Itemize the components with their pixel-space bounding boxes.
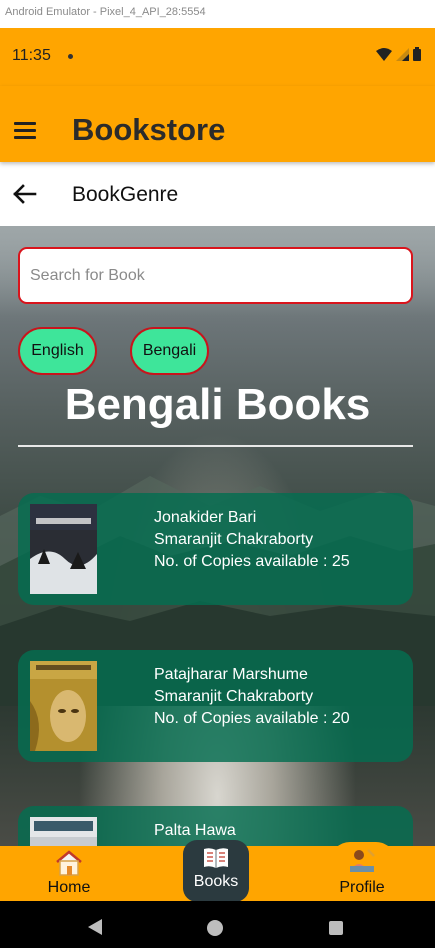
genre-chip-english[interactable]: English [18, 327, 97, 375]
book-info: Jonakider Bari Smaranjit Chakraborty No.… [154, 507, 350, 573]
status-bar: 11:35 [0, 28, 435, 86]
book-copies: No. of Copies available : 25 [154, 553, 350, 570]
genre-chip-bengali[interactable]: Bengali [130, 327, 209, 375]
book-author: Smaranjit Chakraborty [154, 688, 314, 705]
battery-icon [413, 47, 421, 61]
book-author: Smaranjit Chakraborty [154, 531, 314, 548]
books-icon [204, 848, 228, 868]
emulator-title: Android Emulator - Pixel_4_API_28:5554 [0, 0, 435, 28]
search-field[interactable] [18, 247, 413, 304]
genre-content: English Bengali Bengali Books Jonakider … [0, 226, 435, 846]
book-copies: No. of Copies available : 20 [154, 710, 350, 727]
book-cover-image [30, 504, 97, 594]
back-arrow-icon[interactable] [12, 182, 38, 206]
book-title: Jonakider Bari [154, 509, 257, 526]
nav-books-tab[interactable]: Books [183, 840, 249, 902]
sub-header: BookGenre [0, 162, 435, 226]
nav-home-tab[interactable]: Home [40, 846, 98, 901]
book-info: Patajharar Marshume Smaranjit Chakrabort… [154, 664, 350, 730]
nav-profile-label: Profile [339, 879, 385, 896]
section-title: Bengali Books [64, 380, 371, 429]
nav-books-label: Books [193, 873, 239, 890]
system-back-icon[interactable] [88, 919, 102, 935]
book-title: Palta Hawa [154, 822, 236, 839]
book-card[interactable]: Jonakider Bari Smaranjit Chakraborty No.… [18, 493, 413, 605]
book-info: Palta Hawa [154, 820, 236, 842]
page-title: BookGenre [72, 183, 179, 206]
notification-dot-icon [68, 54, 73, 59]
book-title: Patajharar Marshume [154, 666, 308, 683]
cellular-signal-icon [396, 48, 409, 61]
status-time: 11:35 [12, 47, 51, 64]
profile-icon [350, 849, 375, 872]
app-bar: Bookstore [0, 86, 435, 162]
home-icon [56, 850, 82, 876]
system-recents-icon[interactable] [329, 921, 343, 935]
book-cover-image [30, 817, 97, 846]
app-title: Bookstore [72, 112, 226, 147]
wifi-icon [376, 48, 392, 61]
hamburger-menu-icon[interactable] [14, 122, 36, 139]
nav-profile-tab[interactable]: Profile [330, 846, 394, 901]
book-card[interactable]: Patajharar Marshume Smaranjit Chakrabort… [18, 650, 413, 762]
bottom-navigation: Home Books Profile [0, 840, 435, 902]
book-cover-image [30, 661, 97, 751]
section-divider [18, 445, 413, 447]
nav-home-label: Home [47, 879, 91, 896]
android-navigation-bar [0, 901, 435, 948]
status-icons [376, 47, 421, 61]
search-input[interactable] [20, 249, 411, 302]
system-home-icon[interactable] [207, 920, 223, 936]
